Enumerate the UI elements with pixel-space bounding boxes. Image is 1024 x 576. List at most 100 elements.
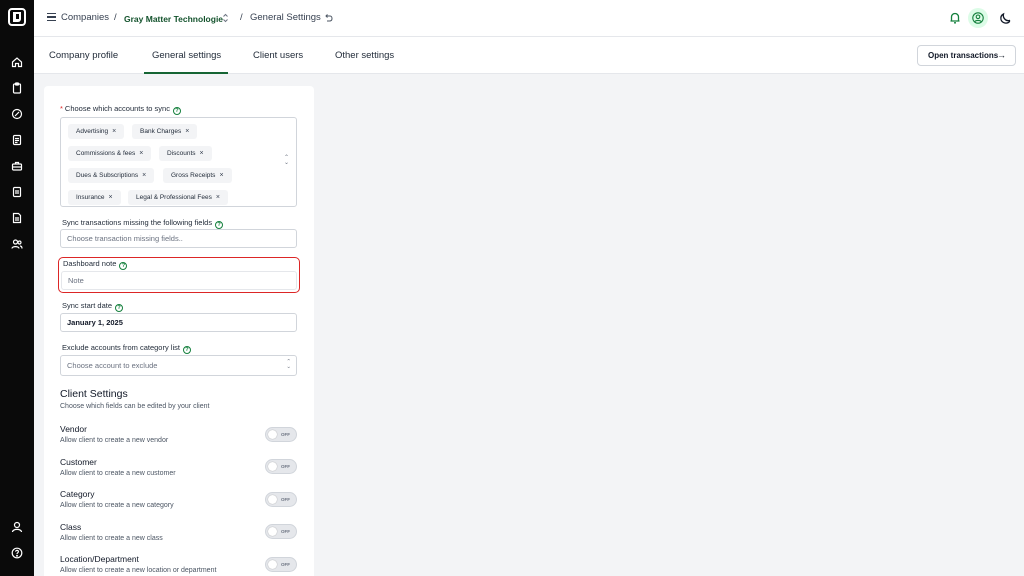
- breadcrumb-separator: /: [240, 12, 243, 23]
- menu-icon[interactable]: [47, 13, 56, 21]
- help-circle-icon[interactable]: ?: [115, 304, 124, 312]
- app-logo-icon[interactable]: [8, 8, 26, 26]
- location-toggle[interactable]: OFF: [265, 557, 297, 572]
- sync-accounts-label-text: Choose which accounts to sync: [64, 104, 170, 113]
- sync-accounts-label: * Choose which accounts to sync?: [60, 104, 181, 115]
- file-text-icon[interactable]: [11, 212, 23, 224]
- help-circle-icon[interactable]: ?: [119, 262, 128, 270]
- dashboard-note-input[interactable]: Note: [61, 271, 297, 290]
- dashboard-note-placeholder: Note: [68, 276, 84, 285]
- setting-class-desc: Allow client to create a new class: [60, 535, 163, 542]
- general-settings-panel: * Choose which accounts to sync? Advertis…: [44, 86, 314, 576]
- vendor-toggle[interactable]: OFF: [265, 427, 297, 442]
- top-bar: Companies / Gray Matter Technologie / Ge…: [34, 0, 1024, 37]
- toggle-off-label: OFF: [281, 464, 290, 469]
- breadcrumb-separator: /: [114, 12, 117, 23]
- active-tab-indicator: [144, 72, 228, 74]
- remove-chip-icon[interactable]: ×: [185, 128, 189, 135]
- users-icon[interactable]: [11, 238, 23, 250]
- arrow-right-icon: →: [997, 50, 1006, 60]
- setting-category-desc: Allow client to create a new category: [60, 502, 174, 509]
- client-settings-title: Client Settings: [60, 388, 128, 400]
- chip-label: Bank Charges: [140, 128, 182, 135]
- remove-chip-icon[interactable]: ×: [112, 128, 116, 135]
- chip-commissions-fees: Commissions & fees ×: [68, 146, 152, 161]
- home-icon[interactable]: [11, 56, 23, 68]
- setting-class-title: Class: [60, 522, 82, 532]
- chip-label: Insurance: [76, 194, 105, 201]
- exclude-accounts-select[interactable]: Choose account to exclude ⌃ ⌄: [60, 355, 297, 376]
- account-avatar[interactable]: [968, 8, 988, 28]
- exclude-accounts-label: Exclude accounts from category list?: [62, 343, 191, 354]
- toggle-off-label: OFF: [281, 529, 290, 534]
- bell-icon[interactable]: [946, 9, 964, 27]
- chip-legal-professional-fees: Legal & Professional Fees ×: [128, 190, 228, 205]
- sidebar: [0, 0, 34, 576]
- undo-icon[interactable]: [324, 13, 333, 23]
- book-icon[interactable]: [11, 186, 23, 198]
- setting-location-desc: Allow client to create a new location or…: [60, 567, 217, 574]
- setting-category-title: Category: [60, 489, 95, 499]
- breadcrumb-company[interactable]: Gray Matter Technologie: [124, 13, 223, 25]
- toggle-knob: [268, 560, 277, 569]
- gauge-icon[interactable]: [11, 108, 23, 120]
- chip-dues-subscriptions: Dues & Subscriptions ×: [68, 168, 155, 183]
- remove-chip-icon[interactable]: ×: [200, 150, 204, 157]
- missing-fields-label-text: Sync transactions missing the following …: [62, 218, 213, 227]
- client-settings-subtitle: Choose which fields can be edited by you…: [60, 403, 210, 410]
- missing-fields-select[interactable]: Choose transaction missing fields..: [60, 229, 297, 248]
- chevron-updown-icon[interactable]: [221, 13, 230, 23]
- toggle-off-label: OFF: [281, 432, 290, 437]
- missing-fields-label: Sync transactions missing the following …: [62, 218, 224, 229]
- user-icon[interactable]: [11, 521, 23, 533]
- dashboard-note-label: Dashboard note?: [63, 259, 128, 270]
- customer-toggle[interactable]: OFF: [265, 459, 297, 474]
- remove-chip-icon[interactable]: ×: [219, 172, 223, 179]
- chip-label: Advertising: [76, 128, 109, 135]
- category-toggle[interactable]: OFF: [265, 492, 297, 507]
- toggle-knob: [268, 462, 277, 471]
- setting-customer-title: Customer: [60, 457, 97, 467]
- remove-chip-icon[interactable]: ×: [216, 194, 220, 201]
- remove-chip-icon[interactable]: ×: [142, 172, 146, 179]
- sync-start-date-label-text: Sync start date: [62, 301, 113, 310]
- sync-accounts-multiselect[interactable]: Advertising × Bank Charges × Commissions &…: [60, 117, 297, 207]
- help-icon[interactable]: [11, 547, 23, 559]
- tab-company-profile[interactable]: Company profile: [49, 50, 118, 61]
- chevron-updown-icon: ⌃ ⌄: [286, 359, 291, 370]
- briefcase-icon[interactable]: [11, 160, 23, 172]
- help-circle-icon[interactable]: ?: [182, 346, 191, 354]
- chevron-updown-icon[interactable]: ⌃ ⌄: [284, 155, 289, 166]
- document-icon[interactable]: [11, 134, 23, 146]
- help-circle-icon[interactable]: ?: [172, 107, 181, 115]
- tabs-bar: Company profile General settings Client …: [34, 37, 1024, 74]
- remove-chip-icon[interactable]: ×: [109, 194, 113, 201]
- chip-gross-receipts: Gross Receipts ×: [163, 168, 232, 183]
- dashboard-note-label-text: Dashboard note: [63, 259, 117, 268]
- clipboard-icon[interactable]: [11, 82, 23, 94]
- toggle-off-label: OFF: [281, 562, 290, 567]
- sync-start-date-value: January 1, 2025: [67, 318, 123, 327]
- toggle-off-label: OFF: [281, 497, 290, 502]
- class-toggle[interactable]: OFF: [265, 524, 297, 539]
- account-icon: [972, 12, 984, 24]
- required-mark: *: [60, 104, 63, 113]
- tab-client-users[interactable]: Client users: [253, 50, 303, 61]
- sync-start-date-input[interactable]: January 1, 2025: [60, 313, 297, 332]
- breadcrumb-page: General Settings: [250, 12, 321, 23]
- toggle-knob: [268, 527, 277, 536]
- breadcrumb-companies[interactable]: Companies: [61, 12, 109, 24]
- help-circle-icon[interactable]: ?: [215, 221, 224, 229]
- tab-other-settings[interactable]: Other settings: [335, 50, 394, 61]
- moon-icon[interactable]: [997, 9, 1015, 27]
- sync-start-date-label: Sync start date?: [62, 301, 124, 312]
- setting-customer-desc: Allow client to create a new customer: [60, 470, 176, 477]
- setting-vendor-desc: Allow client to create a new vendor: [60, 437, 169, 444]
- chip-label: Commissions & fees: [76, 150, 136, 157]
- setting-vendor-title: Vendor: [60, 424, 87, 434]
- chip-label: Discounts: [167, 150, 196, 157]
- tab-general-settings[interactable]: General settings: [152, 50, 221, 61]
- chip-label: Dues & Subscriptions: [76, 172, 139, 179]
- remove-chip-icon[interactable]: ×: [139, 150, 143, 157]
- open-transactions-button[interactable]: Open transactions →: [917, 45, 1016, 66]
